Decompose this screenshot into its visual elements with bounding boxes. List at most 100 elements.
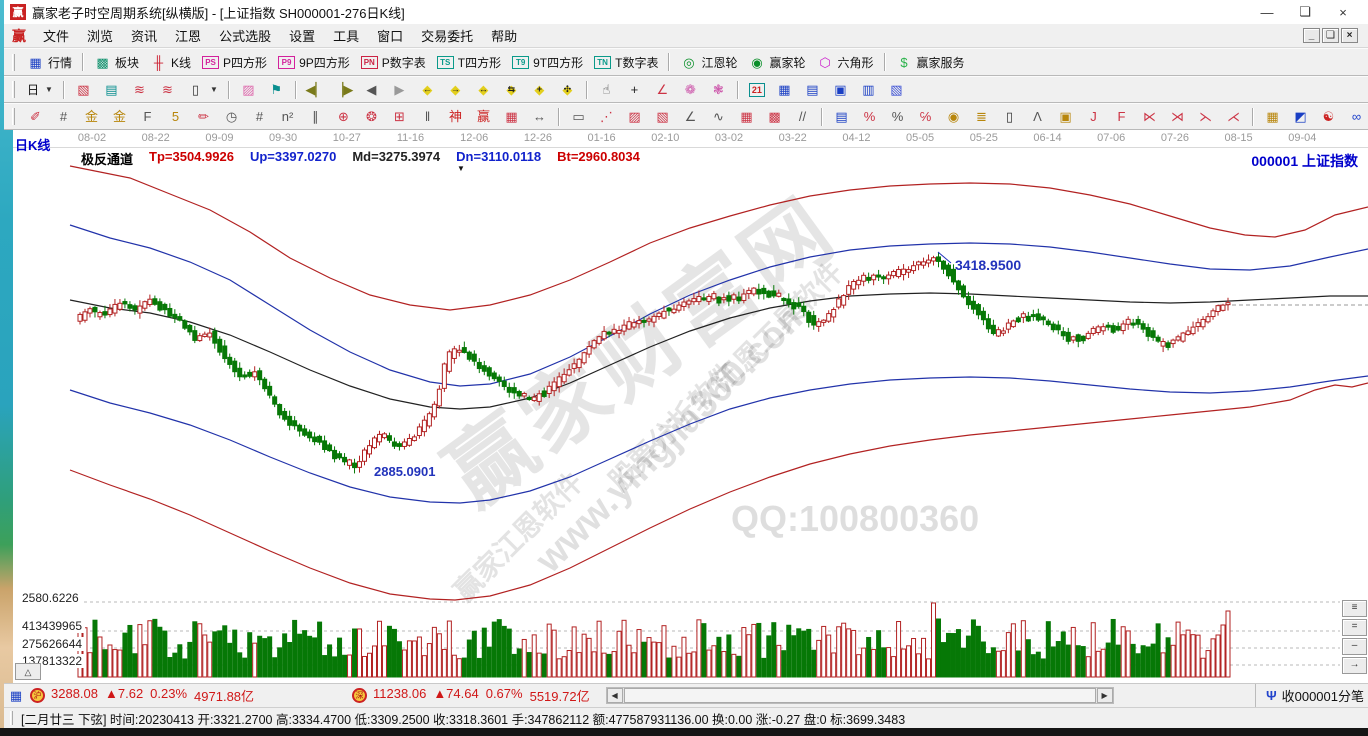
zigzag-tool[interactable]: ∿	[705, 107, 732, 127]
ray-fan-tool[interactable]: ⋰	[593, 107, 620, 127]
volume-scale-button-3[interactable]: –	[1342, 638, 1367, 655]
trend-tool-3[interactable]: ⋋	[1192, 107, 1219, 127]
wave-tool[interactable]: Λ	[1024, 107, 1051, 127]
p-table-button[interactable]: PNP数字表	[356, 52, 431, 73]
menu-window[interactable]: 窗口	[368, 27, 412, 46]
diamond-left-button[interactable]: ◆←	[414, 80, 441, 100]
hash2-grid-tool[interactable]: #	[246, 107, 273, 127]
sectors-button[interactable]: ▩板块	[89, 52, 144, 73]
angle-tool-button[interactable]: ∠	[649, 80, 676, 100]
shanghai-index-quote[interactable]: 3288.08 ▲7.62 0.23% 4971.88亿	[51, 686, 254, 705]
calendar-button[interactable]: 21	[744, 81, 770, 99]
toolbar-grip[interactable]	[12, 81, 15, 98]
bars-tool[interactable]: ‖	[414, 107, 441, 127]
updown-9-icon[interactable]: ≋	[154, 80, 181, 100]
menu-help[interactable]: 帮助	[482, 27, 526, 46]
p-square-button[interactable]: PSP四方形	[197, 52, 272, 73]
nav-last-button[interactable]: ▕▶	[330, 80, 357, 100]
scroll-right-arrow[interactable]: ▶	[1097, 688, 1113, 703]
trend-tool-1[interactable]: ⋉	[1136, 107, 1163, 127]
pattern-box-icon[interactable]: ▨	[235, 80, 262, 100]
toolbar-grip[interactable]	[12, 54, 15, 71]
menu-news[interactable]: 资讯	[122, 27, 166, 46]
pencil-tool[interactable]: ✐	[22, 107, 49, 127]
circle-star-tool[interactable]: ❂	[358, 107, 385, 127]
fan-box2-tool[interactable]: ▧	[649, 107, 676, 127]
hexagon-button[interactable]: ⬡六角形	[812, 52, 879, 73]
circle-grid-tool[interactable]: ⊞	[386, 107, 413, 127]
save-button[interactable]: ▣	[827, 80, 854, 100]
angle-line-tool[interactable]: ∠	[677, 107, 704, 127]
toolbar-grip[interactable]	[12, 108, 15, 125]
menu-trade-order[interactable]: 交易委托	[412, 27, 482, 46]
percent-gold-tool[interactable]: ℅	[912, 107, 939, 127]
menu-gann[interactable]: 江恩	[166, 27, 210, 46]
hand-tool-button[interactable]: ☝	[593, 80, 620, 100]
mdi-close-button[interactable]: ×	[1341, 28, 1358, 43]
diamond-expand-button[interactable]: ◆✣	[554, 80, 581, 100]
box-range-tool[interactable]: ▭	[565, 107, 592, 127]
diamond-swap-button[interactable]: ◆⇆	[498, 80, 525, 100]
indicator-caret-icon[interactable]: ▼	[457, 164, 465, 173]
gold-lines-tool[interactable]: ≣	[968, 107, 995, 127]
quotes-button[interactable]: ▦行情	[22, 52, 77, 73]
scrollbar-thumb[interactable]	[624, 688, 1096, 703]
kline-button[interactable]: ╫K线	[145, 52, 196, 73]
mdi-minimize-button[interactable]: _	[1303, 28, 1320, 43]
gann-wheel-button[interactable]: ◎江恩轮	[675, 52, 742, 73]
five-circle-tool[interactable]: 5	[162, 107, 189, 127]
golden-grid2-tool[interactable]: 金	[106, 107, 133, 127]
trend-tool-4[interactable]: ⋌	[1220, 107, 1247, 127]
table-123-tool[interactable]: ▤	[828, 107, 855, 127]
percent-tool[interactable]: %	[884, 107, 911, 127]
ruler-grid-tool[interactable]: ▦	[498, 107, 525, 127]
parallel-tool[interactable]: ∥	[302, 107, 329, 127]
brain-tool-button[interactable]: ❃	[705, 80, 732, 100]
diamond-plus-button[interactable]: ◆+	[526, 80, 553, 100]
shenzhen-index-quote[interactable]: 11238.06 ▲74.64 0.67% 5519.72亿	[373, 686, 590, 705]
menu-file[interactable]: 文件	[34, 27, 78, 46]
span-arrows-tool[interactable]: ↔	[526, 107, 553, 127]
menu-tools[interactable]: 工具	[324, 27, 368, 46]
j-angle-tool[interactable]: J	[1080, 107, 1107, 127]
nav-next-button[interactable]: ▶	[386, 80, 413, 100]
menu-formula-stock-picking[interactable]: 公式选股	[210, 27, 280, 46]
tick-view-link[interactable]: Ψ 收000001分笔	[1255, 684, 1364, 707]
calculator-button[interactable]: ▦	[771, 80, 798, 100]
volume-scale-button-1[interactable]: ≡	[1342, 600, 1367, 617]
mark-tool-button[interactable]: ❁	[677, 80, 704, 100]
minimize-button[interactable]: —	[1248, 5, 1286, 20]
export-button[interactable]: ▥	[855, 80, 882, 100]
period-day-dropdown[interactable]: 日▼	[22, 79, 58, 100]
slash-lines-tool[interactable]: //	[789, 107, 816, 127]
menu-settings[interactable]: 设置	[280, 27, 324, 46]
trend-tool-2[interactable]: ⋊	[1164, 107, 1191, 127]
t-square-button[interactable]: TST四方形	[432, 52, 506, 73]
winner-wheel-button[interactable]: ◉赢家轮	[743, 52, 810, 73]
updown-3-icon[interactable]: ≋	[126, 80, 153, 100]
infinity-tool[interactable]: ∞	[1343, 107, 1368, 127]
gold-box-tool[interactable]: ▣	[1052, 107, 1079, 127]
signal-flag-icon[interactable]: ⚑	[263, 80, 290, 100]
nav-first-button[interactable]: ◀▏	[302, 80, 329, 100]
f-grid-tool[interactable]: F	[134, 107, 161, 127]
volume-scale-button-2[interactable]: =	[1342, 619, 1367, 636]
yinyang-tool[interactable]: ☯	[1315, 107, 1342, 127]
9p-square-button[interactable]: P99P四方形	[273, 52, 355, 73]
t-table-button[interactable]: TNT数字表	[589, 52, 663, 73]
crosshair-tool-button[interactable]: +	[621, 80, 648, 100]
red-grid-tool[interactable]: ▦	[733, 107, 760, 127]
shen-tool[interactable]: 神	[442, 107, 469, 127]
horizontal-scrollbar[interactable]: ◀ ▶	[606, 687, 1114, 704]
quote-grid-icon[interactable]: ▦	[8, 688, 24, 703]
stock-filter-icon[interactable]: ▧	[70, 80, 97, 100]
report-button[interactable]: ▤	[799, 80, 826, 100]
menu-browse[interactable]: 浏览	[78, 27, 122, 46]
9t-square-button[interactable]: T99T四方形	[507, 52, 588, 73]
info-panel-icon[interactable]: ▤	[98, 80, 125, 100]
brush-tool[interactable]: ✏	[190, 107, 217, 127]
f-angle-tool[interactable]: F	[1108, 107, 1135, 127]
scroll-left-arrow[interactable]: ◀	[607, 688, 623, 703]
volume-scale-button-4[interactable]: →	[1342, 657, 1367, 674]
user-report-button[interactable]: ▧	[883, 80, 910, 100]
